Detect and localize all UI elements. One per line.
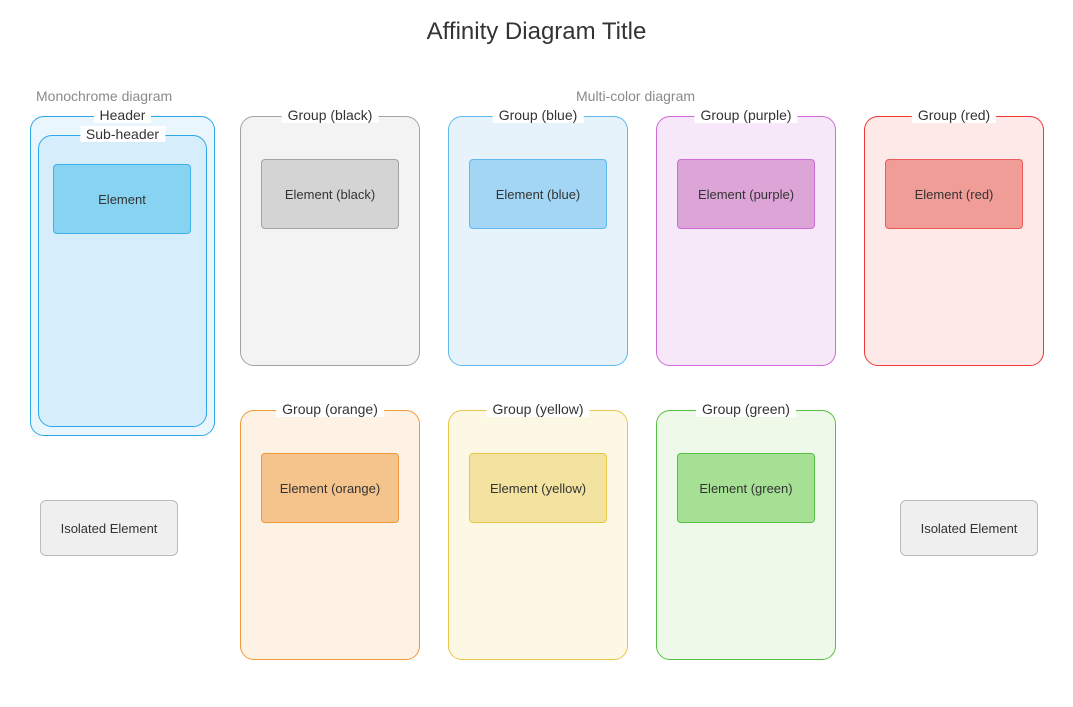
- group-purple: Group (purple) Element (purple): [656, 116, 836, 366]
- group-yellow: Group (yellow) Element (yellow): [448, 410, 628, 660]
- group-subheader-label: Sub-header: [80, 126, 165, 142]
- group-green: Group (green) Element (green): [656, 410, 836, 660]
- element-orange-label: Element (orange): [280, 481, 380, 496]
- element-blue: Element (blue): [469, 159, 607, 229]
- group-orange: Group (orange) Element (orange): [240, 410, 420, 660]
- section-label-multicolor: Multi-color diagram: [576, 88, 695, 104]
- group-header-label: Header: [94, 107, 152, 123]
- element-red: Element (red): [885, 159, 1023, 229]
- isolated-element-left: Isolated Element: [40, 500, 178, 556]
- group-red-label: Group (red): [912, 107, 996, 123]
- group-black: Group (black) Element (black): [240, 116, 420, 366]
- element-green-label: Element (green): [699, 481, 792, 496]
- group-red: Group (red) Element (red): [864, 116, 1044, 366]
- element-yellow-label: Element (yellow): [490, 481, 586, 496]
- element-blue-label: Element (blue): [496, 187, 581, 202]
- element-orange: Element (orange): [261, 453, 399, 523]
- group-purple-label: Group (purple): [694, 107, 797, 123]
- element-mono-label: Element: [98, 192, 146, 207]
- diagram-title: Affinity Diagram Title: [0, 0, 1073, 46]
- isolated-element-right-label: Isolated Element: [921, 521, 1018, 536]
- isolated-element-right: Isolated Element: [900, 500, 1038, 556]
- group-yellow-label: Group (yellow): [486, 401, 589, 417]
- group-green-label: Group (green): [696, 401, 796, 417]
- element-black-label: Element (black): [285, 187, 375, 202]
- element-yellow: Element (yellow): [469, 453, 607, 523]
- element-green: Element (green): [677, 453, 815, 523]
- group-blue-label: Group (blue): [493, 107, 584, 123]
- group-black-label: Group (black): [282, 107, 379, 123]
- group-subheader: Sub-header Element: [38, 135, 207, 427]
- group-blue: Group (blue) Element (blue): [448, 116, 628, 366]
- element-black: Element (black): [261, 159, 399, 229]
- isolated-element-left-label: Isolated Element: [61, 521, 158, 536]
- section-label-monochrome: Monochrome diagram: [36, 88, 172, 104]
- element-purple: Element (purple): [677, 159, 815, 229]
- group-orange-label: Group (orange): [276, 401, 384, 417]
- element-purple-label: Element (purple): [698, 187, 794, 202]
- element-mono: Element: [53, 164, 191, 234]
- element-red-label: Element (red): [915, 187, 994, 202]
- group-header: Header Sub-header Element: [30, 116, 215, 436]
